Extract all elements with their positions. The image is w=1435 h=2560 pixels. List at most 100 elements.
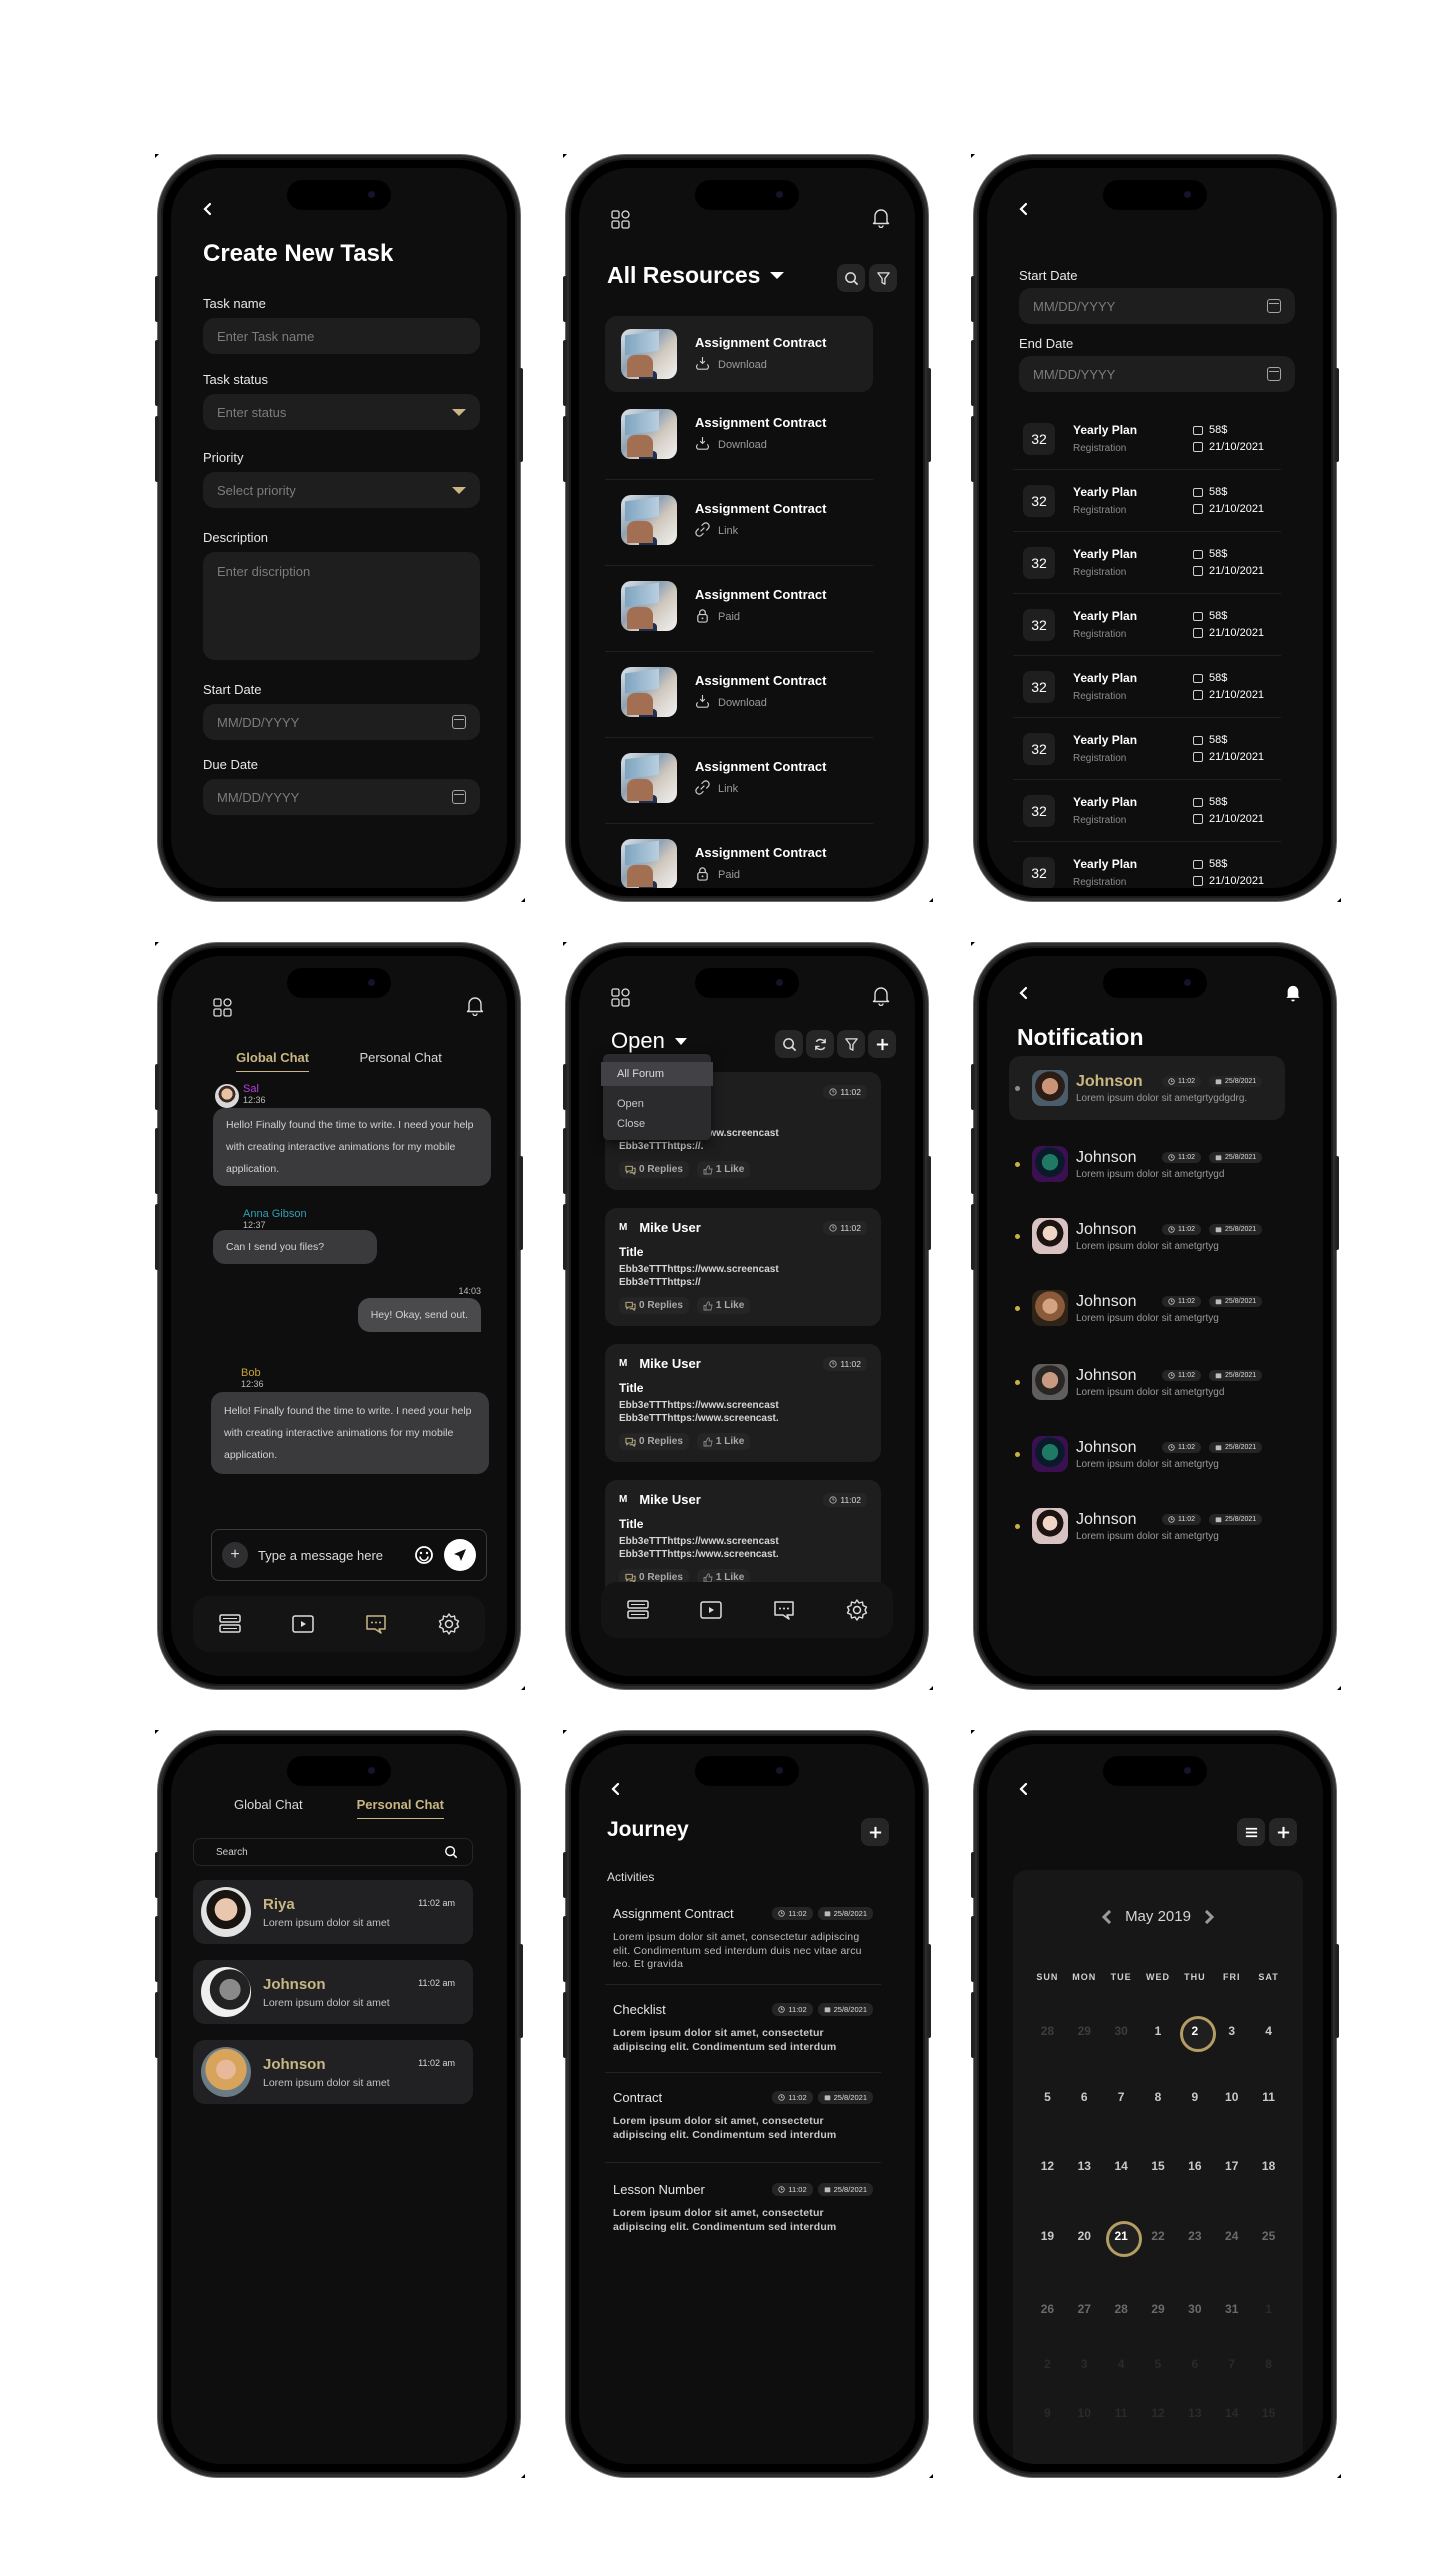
nav-settings-icon[interactable] bbox=[437, 1612, 461, 1636]
resource-item[interactable]: Assignment Contract Download bbox=[605, 396, 873, 480]
calendar-day[interactable]: 14 bbox=[1103, 2150, 1140, 2182]
activity-item[interactable]: Lesson Number 11:02 25/8/2021 Lorem ipsum d… bbox=[605, 2182, 881, 2234]
calendar-day[interactable]: 31 bbox=[1213, 2293, 1250, 2325]
start-date-input[interactable]: MM/DD/YYYY bbox=[1019, 288, 1295, 324]
calendar-day[interactable]: 4 bbox=[1250, 2015, 1287, 2047]
calendar-day[interactable]: 28 bbox=[1029, 2015, 1066, 2047]
refresh-button[interactable] bbox=[806, 1030, 834, 1058]
nav-resources-icon[interactable] bbox=[218, 1612, 242, 1636]
calendar-day[interactable]: 15 bbox=[1140, 2150, 1177, 2182]
back-button[interactable] bbox=[1017, 986, 1031, 1000]
calendar-day[interactable]: 6 bbox=[1066, 2081, 1103, 2113]
search-icon[interactable] bbox=[444, 1845, 458, 1859]
conversation-item[interactable]: Riya Lorem ipsum dolor sit amet 11:02 am bbox=[193, 1880, 473, 1944]
calendar-day[interactable]: 12 bbox=[1029, 2150, 1066, 2182]
back-button[interactable] bbox=[609, 1782, 623, 1796]
calendar-day[interactable]: 16 bbox=[1176, 2150, 1213, 2182]
calendar-day[interactable]: 8 bbox=[1250, 2348, 1287, 2380]
back-button[interactable] bbox=[1017, 202, 1031, 216]
add-event-button[interactable] bbox=[1269, 1818, 1297, 1846]
nav-settings-icon[interactable] bbox=[845, 1598, 869, 1622]
billing-row[interactable]: 32 Yearly Plan Registration 58$ 21/10/2021 bbox=[1013, 532, 1281, 594]
emoji-icon[interactable] bbox=[414, 1545, 434, 1565]
calendar-day[interactable]: 13 bbox=[1066, 2150, 1103, 2182]
notification-item[interactable]: Johnson 11:02 25/8/2021 Lorem ipsum dolor s… bbox=[1009, 1056, 1285, 1120]
search-button[interactable] bbox=[775, 1030, 803, 1058]
calendar-day[interactable]: 18 bbox=[1250, 2150, 1287, 2182]
calendar-day[interactable]: 15 bbox=[1250, 2397, 1287, 2429]
calendar-day[interactable]: 5 bbox=[1140, 2348, 1177, 2380]
back-button[interactable] bbox=[1017, 1782, 1031, 1796]
calendar-day[interactable]: 19 bbox=[1029, 2220, 1066, 2252]
calendar-day[interactable]: 27 bbox=[1066, 2293, 1103, 2325]
calendar-day[interactable]: 2 bbox=[1029, 2348, 1066, 2380]
add-activity-button[interactable] bbox=[861, 1818, 889, 1846]
billing-row[interactable]: 32 Yearly Plan Registration 58$ 21/10/2021 bbox=[1013, 842, 1281, 888]
calendar-day[interactable]: 26 bbox=[1029, 2293, 1066, 2325]
calendar-day[interactable]: 29 bbox=[1140, 2293, 1177, 2325]
nav-resources-icon[interactable] bbox=[626, 1598, 650, 1622]
list-view-button[interactable] bbox=[1237, 1818, 1265, 1846]
send-button[interactable] bbox=[444, 1539, 476, 1571]
add-post-button[interactable] bbox=[868, 1030, 896, 1058]
calendar-day[interactable]: 1 bbox=[1250, 2293, 1287, 2325]
nav-chat-icon[interactable] bbox=[364, 1612, 388, 1636]
calendar-day[interactable]: 11 bbox=[1250, 2081, 1287, 2113]
nav-chat-icon[interactable] bbox=[772, 1598, 796, 1622]
conversation-item[interactable]: Johnson Lorem ipsum dolor sit amet 11:02 a… bbox=[193, 2040, 473, 2104]
calendar-day[interactable]: 22 bbox=[1140, 2220, 1177, 2252]
resources-filter-dropdown[interactable]: All Resources bbox=[607, 262, 785, 289]
billing-row[interactable]: 32 Yearly Plan Registration 58$ 21/10/2021 bbox=[1013, 656, 1281, 718]
activity-item[interactable]: Assignment Contract 11:02 25/8/2021 Lorem i… bbox=[605, 1906, 881, 1972]
resource-item[interactable]: Assignment Contract Link bbox=[605, 740, 873, 824]
calendar-day[interactable]: 6 bbox=[1176, 2348, 1213, 2380]
forum-post[interactable]: M Mike User 11:02 Title Ebb3eTTThttps://www.… bbox=[605, 1344, 881, 1462]
nav-video-icon[interactable] bbox=[699, 1598, 723, 1622]
calendar-day[interactable]: 3 bbox=[1213, 2015, 1250, 2047]
tab-global-chat[interactable]: Global Chat bbox=[236, 1050, 310, 1072]
billing-row[interactable]: 32 Yearly Plan Registration 58$ 21/10/2021 bbox=[1013, 408, 1281, 470]
grid-menu-icon[interactable] bbox=[611, 210, 631, 230]
billing-row[interactable]: 32 Yearly Plan Registration 58$ 21/10/2021 bbox=[1013, 780, 1281, 842]
back-button[interactable] bbox=[201, 202, 215, 216]
resource-item[interactable]: Assignment Contract Paid bbox=[605, 568, 873, 652]
task-name-input[interactable]: Enter Task name bbox=[203, 318, 480, 354]
notification-item[interactable]: Johnson 11:02 25/8/2021 Lorem ipsum dolor s… bbox=[1009, 1276, 1285, 1340]
forum-post[interactable]: M Mike User 11:02 Title Ebb3eTTThttps://www.… bbox=[605, 1208, 881, 1326]
calendar-day[interactable]: 8 bbox=[1140, 2081, 1177, 2113]
grid-menu-icon[interactable] bbox=[213, 998, 233, 1018]
menu-item-open[interactable]: Open bbox=[603, 1094, 711, 1114]
activity-item[interactable]: Contract 11:02 25/8/2021 Lorem ipsum dolor … bbox=[605, 2090, 881, 2142]
calendar-day[interactable]: 9 bbox=[1029, 2397, 1066, 2429]
search-input[interactable]: Search bbox=[193, 1838, 473, 1866]
grid-menu-icon[interactable] bbox=[611, 988, 631, 1008]
calendar-icon[interactable] bbox=[1267, 299, 1281, 313]
replies-button[interactable]: 0 Replies bbox=[619, 1433, 689, 1450]
conversation-item[interactable]: Johnson Lorem ipsum dolor sit amet 11:02 a… bbox=[193, 1960, 473, 2024]
resource-item[interactable]: Assignment Contract Link bbox=[605, 482, 873, 566]
calendar-day[interactable]: 24 bbox=[1213, 2220, 1250, 2252]
calendar-day[interactable]: 12 bbox=[1140, 2397, 1177, 2429]
bell-icon[interactable] bbox=[466, 996, 484, 1016]
calendar-day[interactable]: 5 bbox=[1029, 2081, 1066, 2113]
notification-item[interactable]: Johnson 11:02 25/8/2021 Lorem ipsum dolor s… bbox=[1009, 1350, 1285, 1414]
priority-select[interactable]: Select priority bbox=[203, 472, 480, 508]
like-button[interactable]: 1 Like bbox=[696, 1297, 751, 1314]
attach-button[interactable]: + bbox=[222, 1542, 248, 1568]
billing-row[interactable]: 32 Yearly Plan Registration 58$ 21/10/2021 bbox=[1013, 594, 1281, 656]
calendar-day[interactable]: 11 bbox=[1103, 2397, 1140, 2429]
calendar-icon[interactable] bbox=[452, 790, 466, 804]
tab-personal-chat[interactable]: Personal Chat bbox=[359, 1050, 441, 1072]
resource-item[interactable]: Assignment Contract Download bbox=[605, 654, 873, 738]
activity-item[interactable]: Checklist 11:02 25/8/2021 Lorem ipsum dolor… bbox=[605, 2002, 881, 2054]
calendar-day[interactable]: 25 bbox=[1250, 2220, 1287, 2252]
calendar-day[interactable]: 10 bbox=[1213, 2081, 1250, 2113]
bell-filled-icon[interactable] bbox=[1285, 984, 1301, 1002]
calendar-day[interactable]: 23 bbox=[1176, 2220, 1213, 2252]
calendar-day[interactable]: 30 bbox=[1103, 2015, 1140, 2047]
filter-button[interactable] bbox=[837, 1030, 865, 1058]
notification-item[interactable]: Johnson 11:02 25/8/2021 Lorem ipsum dolor s… bbox=[1009, 1422, 1285, 1486]
like-button[interactable]: 1 Like bbox=[696, 1433, 751, 1450]
calendar-icon[interactable] bbox=[452, 715, 466, 729]
calendar-day[interactable]: 20 bbox=[1066, 2220, 1103, 2252]
